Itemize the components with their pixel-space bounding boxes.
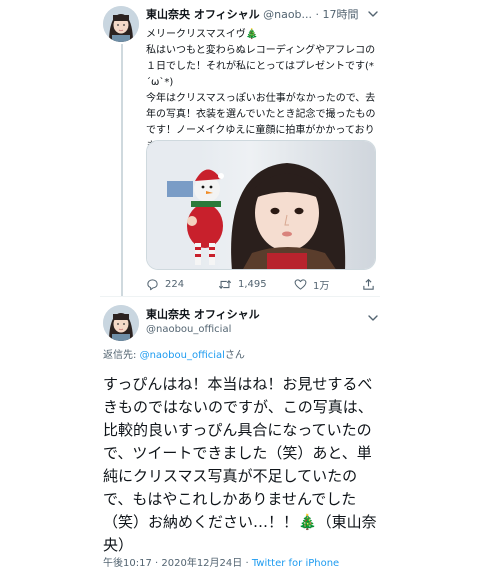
tweet-header: 東山奈央 オフィシャル @naob... · 17時間 <box>146 6 390 24</box>
meta-dot: · <box>151 558 162 569</box>
like-count: 1万 <box>313 280 330 292</box>
avatar[interactable] <box>103 305 139 341</box>
thread-connector-line <box>121 44 123 296</box>
tweet-text: すっぴんはね！本当はね！お見せするべきものではないのですが、この写真は、比較的良… <box>103 373 385 557</box>
avatar-image <box>103 6 139 42</box>
share-action[interactable] <box>362 276 375 292</box>
divider <box>100 296 380 297</box>
tweet-actions: 224 1,495 1万 <box>146 276 378 292</box>
tweet-text: メリークリスマスイヴ🎄 私はいつもと変わらぬレコーディングやアフレコの１日でした… <box>146 27 380 155</box>
meta-dot: · <box>242 558 252 569</box>
reply-prefix: 返信先: <box>103 350 140 361</box>
tweet-text-content: すっぴんはね！本当はね！お見せするべきものではないのですが、この写真は、比較的良… <box>103 375 377 554</box>
like-action[interactable]: 1万 <box>294 276 329 292</box>
chevron-down-icon[interactable] <box>366 8 380 20</box>
reply-context: 返信先: @naobou_officialさん <box>103 348 245 364</box>
reply-suffix: さん <box>224 350 245 361</box>
tweet-photo-image <box>147 141 375 269</box>
reply-handle-link[interactable]: @naobou_official <box>140 350 225 361</box>
reply-count: 224 <box>165 278 185 290</box>
retweet-count: 1,495 <box>238 278 267 290</box>
tweet-photo[interactable] <box>146 140 376 270</box>
tweet-date[interactable]: 2020年12月24日 <box>161 558 242 569</box>
tweet-metadata: 午後10:17 · 2020年12月24日 · Twitter for iPho… <box>103 556 339 572</box>
reply-icon <box>147 278 158 290</box>
share-icon <box>363 278 374 290</box>
avatar-image <box>103 305 139 341</box>
display-name[interactable]: 東山奈央 オフィシャル <box>146 8 260 21</box>
display-name[interactable]: 東山奈央 オフィシャル <box>146 307 260 323</box>
header-dot: · <box>315 8 320 21</box>
retweet-icon <box>218 279 232 289</box>
tweet-source[interactable]: Twitter for iPhone <box>252 558 339 569</box>
chevron-down-icon[interactable] <box>366 312 380 324</box>
user-handle[interactable]: @naob... <box>263 8 312 21</box>
tweet-time[interactable]: 17時間 <box>323 8 359 21</box>
tweet-text-content: メリークリスマスイヴ🎄 私はいつもと変わらぬレコーディングやアフレコの１日でした… <box>146 29 376 152</box>
user-handle[interactable]: @naobou_official <box>146 322 231 338</box>
heart-icon <box>294 278 307 290</box>
reply-action[interactable]: 224 <box>146 276 184 292</box>
tweet-time[interactable]: 午後10:17 <box>103 558 152 569</box>
retweet-action[interactable]: 1,495 <box>218 276 267 292</box>
avatar[interactable] <box>103 6 139 42</box>
